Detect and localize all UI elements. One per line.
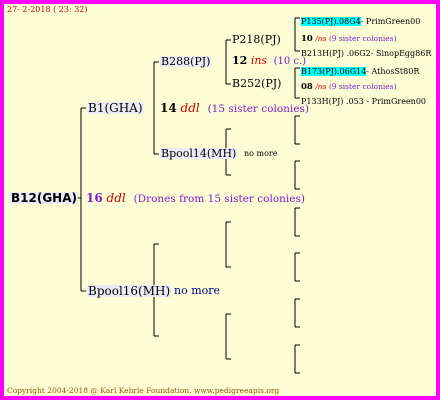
fff-type: ins: [250, 54, 268, 67]
fff-line: 12 ins (10 c.): [232, 55, 306, 67]
copyright-footer: Copyright 2004-2018 @ Karl Kehrle Founda…: [7, 386, 280, 395]
ff-queen-name[interactable]: B288(PJ): [160, 56, 212, 67]
g4b-id: B213H(PJ): [301, 49, 344, 58]
g4c-note: (9 sister colonies): [328, 82, 397, 91]
root-number: 16: [86, 191, 103, 205]
g4a-id: P135(PJ): [301, 17, 337, 26]
root-note: (Drones from 15 sister colonies): [133, 193, 305, 205]
mother-note: no more: [174, 284, 221, 297]
root-type: ddl: [106, 191, 126, 205]
g4b-code: .06G2: [346, 49, 371, 58]
g4a-breeder: - PrimGreen00: [360, 17, 421, 26]
g4c-breeder: - AthosSt80R: [366, 67, 420, 76]
date-stamp: 27- 2-2018 ( 23: 32): [7, 5, 88, 14]
g4b-line[interactable]: B213H(PJ) .06G2- SinopEgg86R: [301, 50, 431, 58]
g4c-type: /ns: [315, 82, 327, 91]
g4c-stats: 08 /ns (9 sister colonies): [301, 83, 397, 92]
father-number: 14: [160, 101, 177, 115]
g4a-note: (9 sister colonies): [328, 34, 397, 43]
ffm-queen-name[interactable]: B252(PJ): [232, 78, 281, 89]
pedigree-frame: 27- 2-2018 ( 23: 32) Copyright 2004-2018…: [0, 0, 440, 400]
g4a-code: .08G4: [336, 17, 361, 26]
g4c-line[interactable]: B173(PJ).06G14- AthosSt80R: [301, 67, 420, 76]
g4d-code: .05: [346, 97, 359, 106]
g4a-number: 10: [301, 34, 313, 44]
g4a-type: /ns: [315, 34, 327, 43]
father-line: 14 ddl (15 sister colonies): [160, 102, 309, 115]
g4d-breeder: 3 - PrimGreen00: [358, 97, 426, 106]
father-note: (15 sister colonies): [207, 103, 309, 115]
g4a-line[interactable]: P135(PJ).08G4- PrimGreen00: [301, 17, 421, 26]
root-queen-name[interactable]: B12(GHA): [10, 192, 78, 204]
g4b-breeder: - SinopEgg86R: [370, 49, 432, 58]
root-line: 16 ddl (Drones from 15 sister colonies): [86, 192, 305, 205]
fm-queen-name[interactable]: Bpool14(MH): [160, 148, 238, 159]
fm-note: no more: [244, 149, 278, 158]
father-queen-name[interactable]: B1(GHA): [87, 102, 144, 114]
g4c-number: 08: [301, 82, 313, 92]
g4c-id: B173(PJ): [301, 67, 337, 76]
g4a-stats: 10 /ns (9 sister colonies): [301, 35, 397, 44]
mother-queen-name[interactable]: Bpool16(MH): [87, 285, 172, 297]
g4d-id: P133H(PJ): [301, 97, 344, 106]
g4d-line[interactable]: P133H(PJ) .053 - PrimGreen00: [301, 98, 426, 106]
fff-number: 12: [232, 54, 248, 67]
father-type: ddl: [180, 101, 200, 115]
g4c-code: .06G14: [336, 67, 367, 76]
fff-queen-name[interactable]: P218(PJ): [232, 34, 281, 45]
